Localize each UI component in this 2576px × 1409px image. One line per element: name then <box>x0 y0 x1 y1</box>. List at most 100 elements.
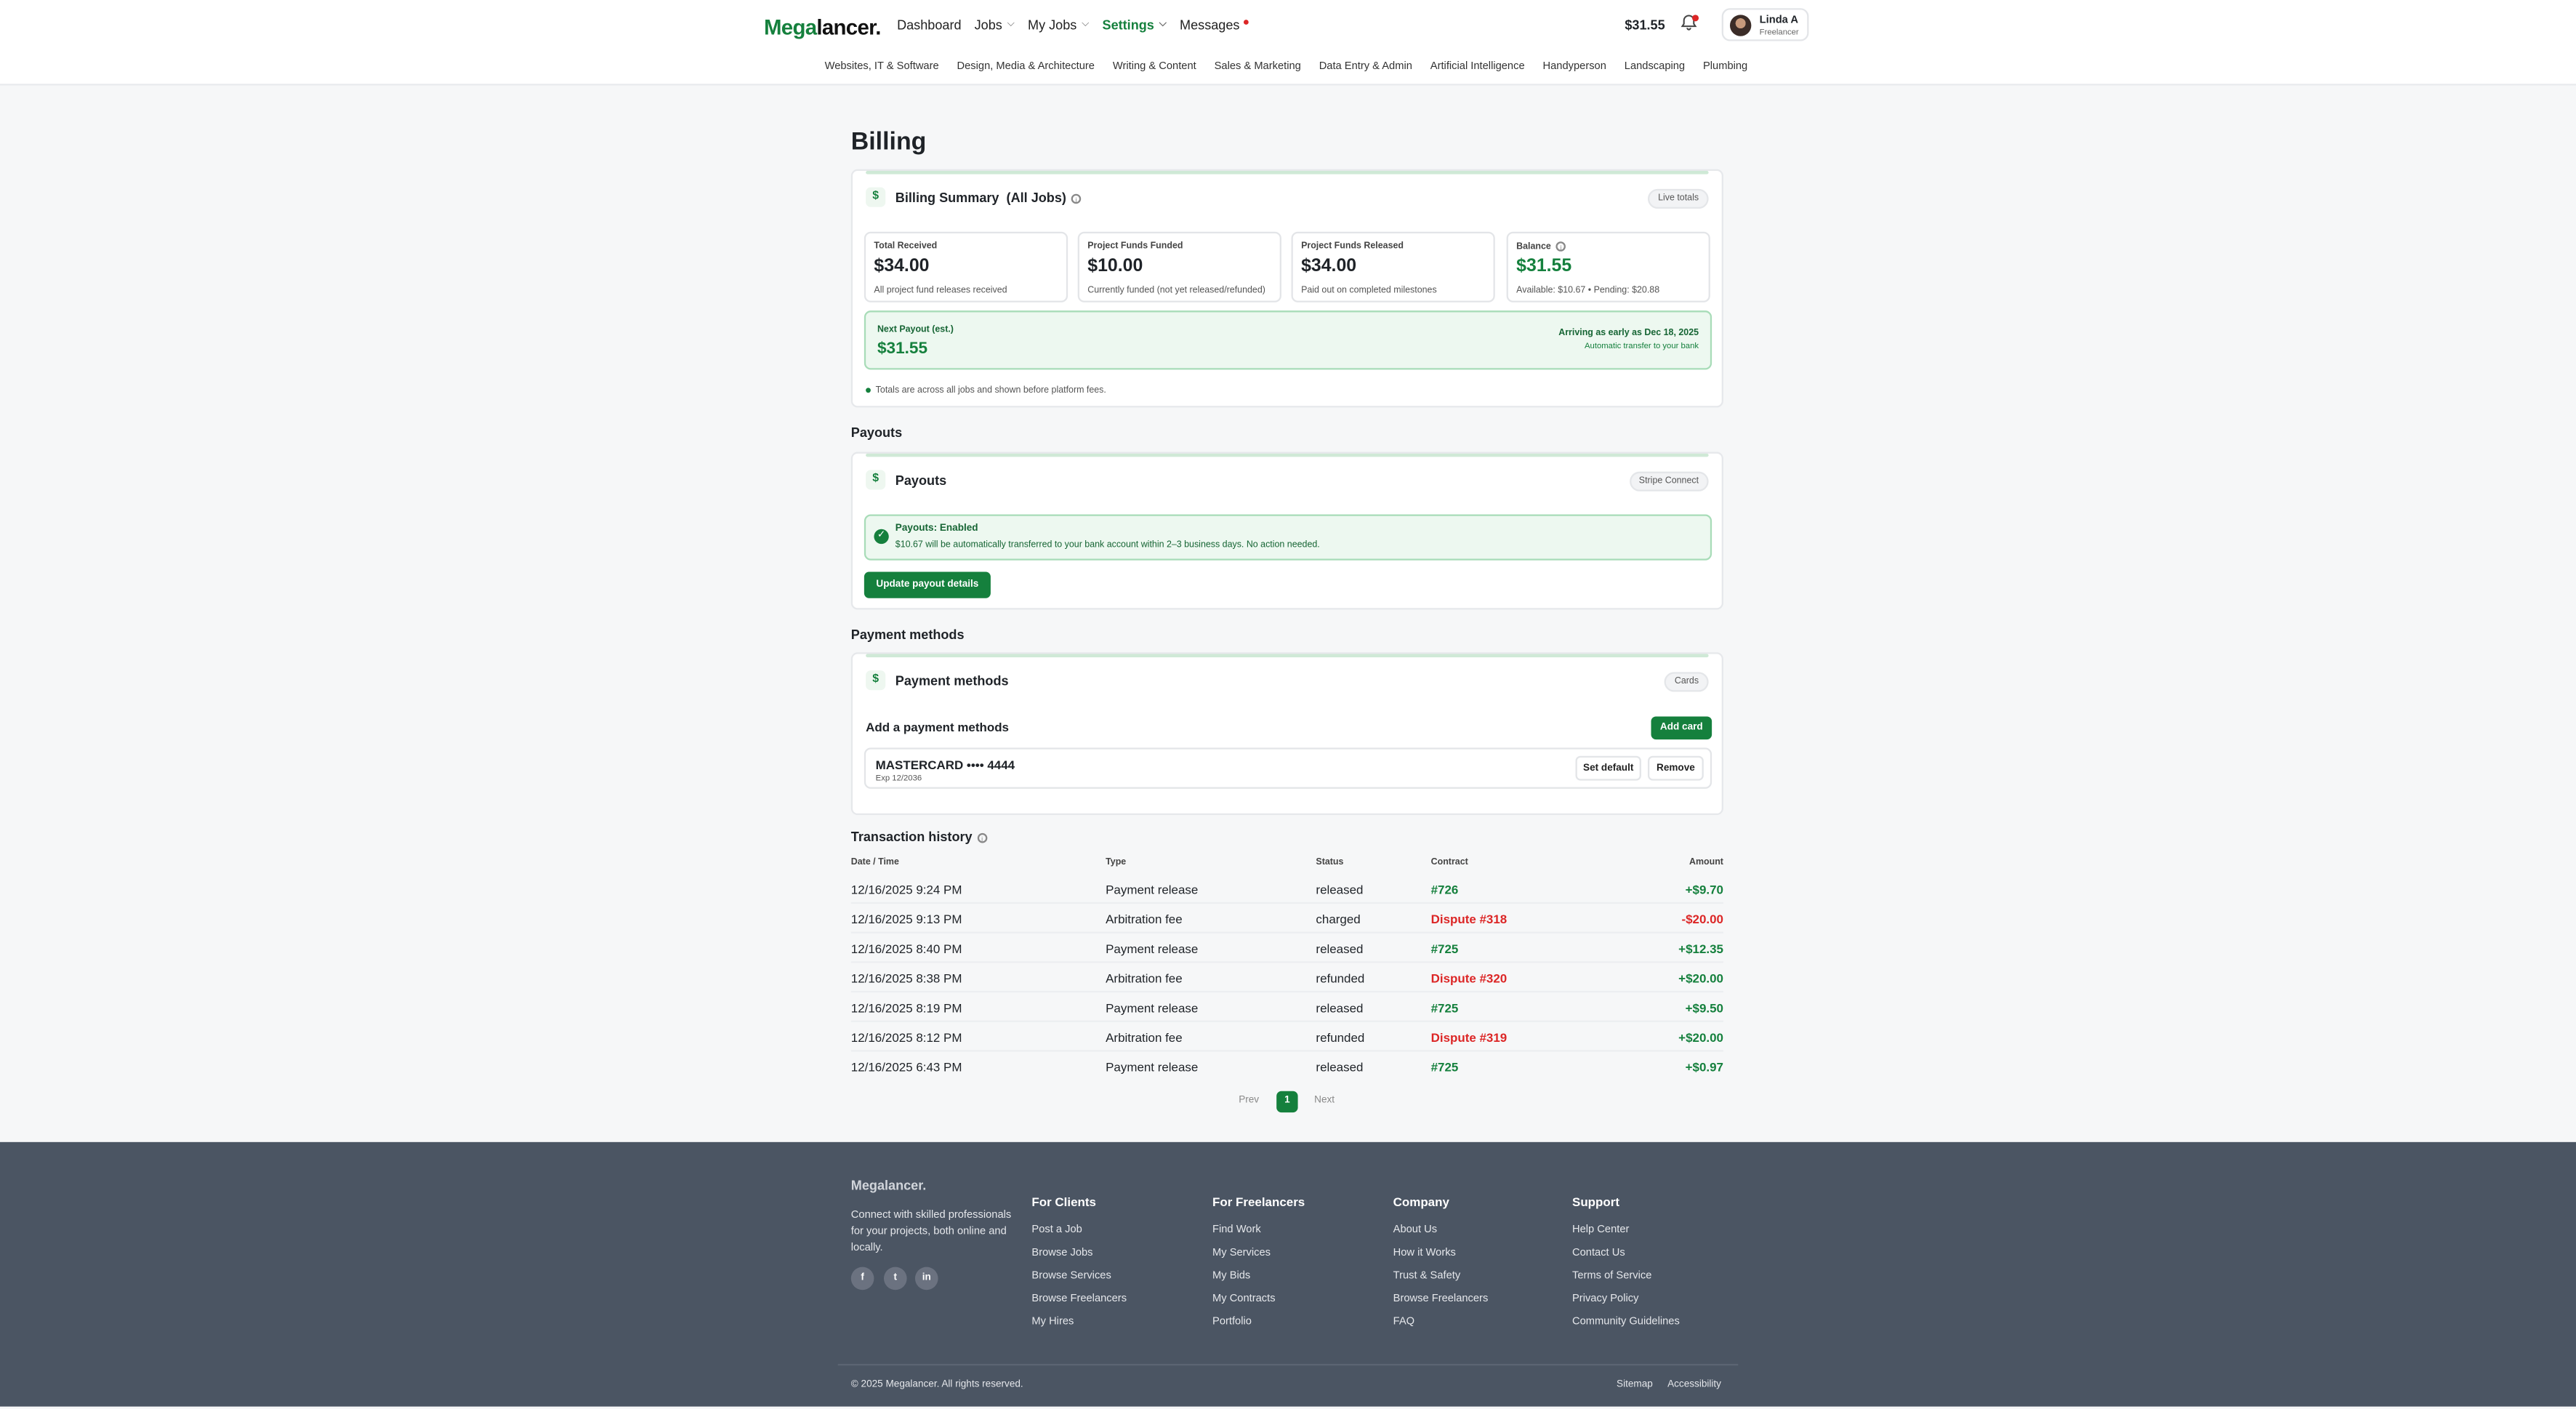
footer-link[interactable]: My Contracts <box>1212 1293 1305 1317</box>
nav-jobs-label: Jobs <box>974 17 1002 33</box>
info-icon[interactable]: i <box>1555 241 1566 252</box>
col-header-type: Type <box>1106 857 1127 868</box>
tx-contract-link[interactable]: #725 <box>1431 1000 1459 1015</box>
footer-link[interactable]: Community Guidelines <box>1572 1316 1680 1339</box>
footer-col-company: Company About Us How it Works Trust & Sa… <box>1393 1195 1489 1339</box>
twitter-icon[interactable]: t <box>883 1267 907 1290</box>
stat-label: Total Received <box>874 241 938 252</box>
footer-link[interactable]: Browse Freelancers <box>1031 1293 1127 1317</box>
totals-note-text: Totals are across all jobs and shown bef… <box>875 386 1106 396</box>
tx-status: refunded <box>1316 971 1365 987</box>
nav-dashboard[interactable]: Dashboard <box>897 18 961 33</box>
dollar-icon: $ <box>866 670 886 691</box>
tx-contract-link[interactable]: Dispute #318 <box>1431 912 1508 926</box>
user-menu[interactable]: Linda A Freelancer <box>1721 8 1809 41</box>
table-row: 12/16/2025 8:12 PM Arbitration fee refun… <box>850 1022 1723 1052</box>
footer-link[interactable]: Find Work <box>1212 1224 1305 1248</box>
linkedin-icon[interactable]: in <box>914 1267 938 1290</box>
category-link[interactable]: Sales & Marketing <box>1215 61 1301 73</box>
stat-label: Balance i <box>1516 241 1566 252</box>
info-icon[interactable]: i <box>1071 193 1082 204</box>
tx-date: 12/16/2025 9:13 PM <box>850 912 962 927</box>
tx-contract-link[interactable]: #725 <box>1431 1060 1459 1075</box>
payment-methods-card: $ Payment methods Cards Add a payment me… <box>850 652 1723 816</box>
facebook-icon[interactable]: f <box>850 1267 874 1290</box>
category-link[interactable]: Artificial Intelligence <box>1430 61 1525 73</box>
tx-contract-link[interactable]: #726 <box>1431 883 1459 897</box>
table-row: 12/16/2025 9:13 PM Arbitration fee charg… <box>850 904 1723 934</box>
category-link[interactable]: Writing & Content <box>1113 61 1196 73</box>
tx-contract-link[interactable]: Dispute #319 <box>1431 1030 1508 1045</box>
footer-link[interactable]: Browse Jobs <box>1031 1247 1127 1270</box>
accessibility-link[interactable]: Accessibility <box>1667 1381 1721 1391</box>
category-link[interactable]: Websites, IT & Software <box>825 61 939 73</box>
add-payment-title: Add a payment methods <box>866 719 1010 735</box>
main-nav: Dashboard Jobs ⌵ My Jobs ⌵ Settings ⌵ Messa… <box>897 18 1248 33</box>
card-brand: MASTERCARD •••• 4444 <box>875 757 1015 773</box>
footer-link[interactable]: My Hires <box>1031 1316 1127 1339</box>
card-accent-line <box>866 453 1709 457</box>
nav-messages[interactable]: Messages <box>1180 18 1248 33</box>
category-link[interactable]: Data Entry & Admin <box>1319 61 1412 73</box>
bullet-dot <box>866 388 871 393</box>
tx-contract-link[interactable]: Dispute #320 <box>1431 971 1508 986</box>
sitemap-link[interactable]: Sitemap <box>1617 1381 1653 1391</box>
stat-total-received: Total Received $34.00 All project fund r… <box>864 231 1068 302</box>
update-payout-button[interactable]: Update payout details <box>864 571 991 598</box>
logo[interactable]: Megalancer. <box>764 15 881 39</box>
pager-page-1[interactable]: 1 <box>1276 1091 1298 1113</box>
footer-link[interactable]: Help Center <box>1572 1224 1680 1248</box>
set-default-button[interactable]: Set default <box>1575 755 1641 781</box>
col-header-contract: Contract <box>1430 857 1468 868</box>
footer-divider <box>837 1363 1739 1366</box>
footer-link[interactable]: About Us <box>1393 1224 1489 1248</box>
tx-amount: +$20.00 <box>1678 971 1723 987</box>
footer-link[interactable]: Portfolio <box>1212 1316 1305 1339</box>
tx-contract-link[interactable]: #725 <box>1431 942 1459 956</box>
remove-card-button[interactable]: Remove <box>1647 755 1704 781</box>
footer-link[interactable]: Browse Freelancers <box>1393 1293 1489 1317</box>
payout-auto-note: Automatic transfer to your bank <box>1584 342 1699 352</box>
category-bar: Websites, IT & Software Design, Media & … <box>825 61 1748 73</box>
footer-link[interactable]: My Bids <box>1212 1270 1305 1293</box>
footer-logo[interactable]: Megalancer. <box>851 1179 927 1193</box>
stat-funds-released: Project Funds Released $34.00 Paid out o… <box>1291 231 1495 302</box>
nav-settings[interactable]: Settings ⌵ <box>1103 18 1167 33</box>
footer-link[interactable]: Browse Services <box>1031 1270 1127 1293</box>
table-row: 12/16/2025 6:43 PM Payment release relea… <box>851 1052 1723 1082</box>
category-link[interactable]: Design, Media & Architecture <box>957 61 1095 73</box>
category-link[interactable]: Handyperson <box>1543 61 1606 73</box>
nav-my-jobs[interactable]: My Jobs ⌵ <box>1028 18 1089 33</box>
tx-type: Payment release <box>1106 1059 1199 1075</box>
payouts-section-heading: Payouts <box>850 425 903 441</box>
add-card-button[interactable]: Add card <box>1651 716 1712 740</box>
nav-jobs[interactable]: Jobs ⌵ <box>975 18 1015 33</box>
footer-link[interactable]: FAQ <box>1393 1316 1489 1339</box>
footer-link[interactable]: Privacy Policy <box>1572 1293 1680 1317</box>
page-title: Billing <box>850 128 927 156</box>
dollar-icon: $ <box>866 187 886 207</box>
payment-methods-section-heading: Payment methods <box>850 627 965 643</box>
footer-link[interactable]: Terms of Service <box>1572 1270 1680 1293</box>
footer-link[interactable]: How it Works <box>1393 1247 1489 1270</box>
stat-balance: Balance i $31.55 Available: $10.67 • Pend… <box>1506 231 1710 302</box>
payout-arrival: Arriving as early as Dec 18, 2025 <box>1558 329 1699 339</box>
pager-next[interactable]: Next <box>1314 1096 1335 1107</box>
tx-date: 12/16/2025 8:40 PM <box>850 942 962 957</box>
footer-link[interactable]: My Services <box>1212 1247 1305 1270</box>
tx-type: Arbitration fee <box>1106 1030 1183 1045</box>
footer-description: Connect with skilled professionals for y… <box>850 1209 1012 1254</box>
stat-sub: All project fund releases received <box>874 286 1007 296</box>
category-link[interactable]: Landscaping <box>1625 61 1685 73</box>
stat-sub: Currently funded (not yet released/refun… <box>1087 286 1265 296</box>
chevron-down-icon: ⌵ <box>1082 20 1090 30</box>
category-link[interactable]: Plumbing <box>1703 61 1747 73</box>
footer-link[interactable]: Contact Us <box>1572 1247 1680 1270</box>
pager-prev[interactable]: Prev <box>1239 1096 1259 1107</box>
footer-link[interactable]: Trust & Safety <box>1393 1270 1489 1293</box>
avatar <box>1729 15 1752 36</box>
footer-link[interactable]: Post a Job <box>1031 1224 1127 1248</box>
info-icon[interactable]: i <box>977 832 987 843</box>
live-totals-badge: Live totals <box>1648 188 1709 209</box>
tx-amount: +$9.50 <box>1685 1000 1723 1016</box>
